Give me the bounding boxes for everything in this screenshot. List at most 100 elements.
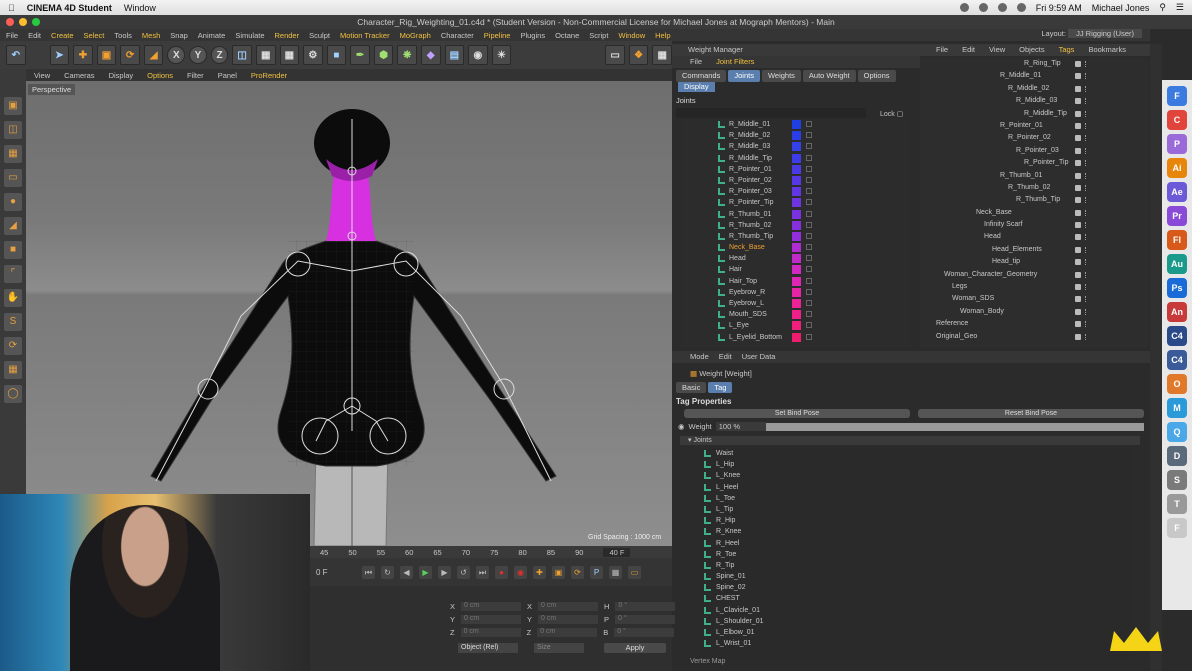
object-visibility-check[interactable] <box>1075 296 1081 303</box>
menu-script[interactable]: Script <box>589 31 608 40</box>
snap-icon[interactable]: ❖ <box>628 45 649 65</box>
tweak-icon[interactable]: ✋ <box>4 289 22 307</box>
joint-color-swatch[interactable] <box>792 243 801 253</box>
joint-row[interactable]: Mouth_SDS <box>682 309 910 320</box>
go-to-start-icon[interactable]: ⏮ <box>362 565 375 579</box>
am-menu-user-data[interactable]: User Data <box>742 351 776 363</box>
b-rotation-field[interactable]: 0 ° <box>614 628 675 637</box>
joint-color-swatch[interactable] <box>792 153 801 163</box>
joint-row[interactable]: R_Thumb_01 <box>682 209 910 220</box>
spotlight-icon[interactable]: ⚲ <box>1159 2 1166 13</box>
x-axis-icon[interactable]: X <box>167 46 186 64</box>
object-render-dots[interactable] <box>1085 172 1090 179</box>
joints-search-input[interactable] <box>676 108 866 118</box>
om-menu-bookmarks[interactable]: Bookmarks <box>1088 44 1126 56</box>
menu-render[interactable]: Render <box>275 31 300 40</box>
dock-app-icon[interactable]: D <box>1167 446 1187 466</box>
polygons-mode-icon[interactable]: ■ <box>4 241 22 259</box>
joint-row[interactable]: Hair_Top <box>682 276 910 287</box>
joint-lock-checkbox[interactable] <box>806 121 812 127</box>
joint-color-swatch[interactable] <box>792 287 801 297</box>
recent-tool-icon[interactable]: ◢ <box>143 45 164 65</box>
object-render-dots[interactable] <box>1085 271 1090 278</box>
next-frame-icon[interactable]: ▶ <box>438 565 451 579</box>
reset-bind-pose-button[interactable]: Reset Bind Pose <box>918 409 1144 418</box>
dock-app-icon[interactable]: M <box>1167 398 1187 418</box>
joint-color-swatch[interactable] <box>792 120 801 129</box>
scale-key-icon[interactable]: ▣ <box>552 565 565 579</box>
tag-joint-row[interactable]: Spine_01 <box>698 571 1134 582</box>
joint-color-swatch[interactable] <box>792 131 801 141</box>
snap-tool-icon[interactable]: S <box>4 313 22 331</box>
param-key-icon[interactable]: P <box>590 565 603 579</box>
object-row[interactable]: R_Thumb_01 <box>920 170 1148 182</box>
tag-joint-row[interactable]: R_Knee <box>698 526 1134 537</box>
prev-key-icon[interactable]: ↻ <box>381 565 394 579</box>
object-visibility-check[interactable] <box>1075 172 1081 179</box>
object-row[interactable]: R_Pointer_02 <box>920 132 1148 144</box>
om-menu-file[interactable]: File <box>936 44 948 56</box>
render-picture-viewer-icon[interactable]: ▦ <box>279 45 300 65</box>
joint-color-swatch[interactable] <box>792 220 801 230</box>
joint-lock-checkbox[interactable] <box>806 266 812 273</box>
object-render-dots[interactable] <box>1085 321 1090 328</box>
weight-value-field[interactable]: 100 % <box>715 422 766 431</box>
object-visibility-check[interactable] <box>1075 122 1081 129</box>
tab-auto-weight[interactable]: Auto Weight <box>802 70 856 82</box>
mac-window-menu[interactable]: Window <box>124 3 156 13</box>
joint-lock-checkbox[interactable] <box>806 199 812 206</box>
joint-row[interactable]: Head <box>682 253 910 264</box>
joint-lock-checkbox[interactable] <box>806 255 812 262</box>
joint-lock-checkbox[interactable] <box>806 165 812 172</box>
joint-row[interactable]: Neck_Base <box>682 242 910 253</box>
next-key-icon[interactable]: ↺ <box>457 565 470 579</box>
joint-color-swatch[interactable] <box>792 254 801 264</box>
texture-mode-icon[interactable]: ▦ <box>4 145 22 163</box>
object-visibility-check[interactable] <box>1075 234 1081 241</box>
start-frame-field[interactable]: 0 F <box>316 568 356 577</box>
joint-lock-checkbox[interactable] <box>806 232 812 239</box>
object-row[interactable]: Head <box>920 231 1148 243</box>
locked-workplane-icon[interactable]: ◯ <box>4 385 22 403</box>
object-row[interactable]: R_Middle_03 <box>920 95 1148 107</box>
tab-basic[interactable]: Basic <box>676 382 707 393</box>
object-visibility-check[interactable] <box>1075 73 1081 80</box>
object-visibility-check[interactable] <box>1075 197 1081 204</box>
pla-key-icon[interactable]: ▦ <box>609 565 622 579</box>
joint-color-swatch[interactable] <box>792 321 801 331</box>
joint-row[interactable]: R_Pointer_03 <box>682 186 910 197</box>
workplane-grid-icon[interactable]: ▦ <box>4 361 22 379</box>
dropbox-icon[interactable] <box>959 3 969 12</box>
points-mode-icon[interactable]: ● <box>4 193 22 211</box>
object-render-dots[interactable] <box>1085 135 1090 142</box>
object-row[interactable]: R_Ring_Tip <box>920 58 1148 70</box>
tag-joint-row[interactable]: L_Toe <box>698 493 1134 504</box>
object-render-dots[interactable] <box>1085 333 1090 340</box>
menu-octane[interactable]: Octane <box>555 31 579 40</box>
y-axis-icon[interactable]: Y <box>189 46 207 64</box>
dock-app-icon[interactable]: Au <box>1167 254 1187 274</box>
dock-app-icon[interactable]: C <box>1167 110 1187 130</box>
object-visibility-check[interactable] <box>1075 110 1081 117</box>
set-bind-pose-button[interactable]: Set Bind Pose <box>684 409 910 418</box>
object-rel-dropdown[interactable]: Object (Rel) <box>458 643 518 653</box>
object-visibility-check[interactable] <box>1075 284 1081 291</box>
joint-row[interactable]: Eyebrow_R <box>682 287 910 298</box>
tab-tag[interactable]: Tag <box>708 382 733 393</box>
lock-checkbox[interactable]: Lock ▢ <box>880 110 903 118</box>
joints-list[interactable]: R_Middle_01 R_Middle_02 R_Middle_03 R_Middl… <box>682 119 910 348</box>
tab-display[interactable]: Display <box>678 82 715 92</box>
tag-joint-row[interactable]: L_Elbow_01 <box>698 627 1134 638</box>
object-manager-tree[interactable]: R_Ring_Tip R_Middle_01 R_Middle_02 R_Middle… <box>920 58 1148 348</box>
menu-simulate[interactable]: Simulate <box>235 31 264 40</box>
rotate-key-icon[interactable]: ⟳ <box>571 565 584 579</box>
menu-motion-tracker[interactable]: Motion Tracker <box>340 31 390 40</box>
dock-app-icon[interactable]: F <box>1167 86 1187 106</box>
menu-create[interactable]: Create <box>51 31 74 40</box>
rotate-icon[interactable]: ⟳ <box>120 45 140 65</box>
render-view-icon[interactable]: ▦ <box>255 45 276 65</box>
tab-joints[interactable]: Joints <box>728 70 760 82</box>
render-settings-icon[interactable]: ⚙ <box>303 45 323 65</box>
joint-color-swatch[interactable] <box>792 175 801 185</box>
dock-app-icon[interactable]: Ae <box>1167 182 1187 202</box>
